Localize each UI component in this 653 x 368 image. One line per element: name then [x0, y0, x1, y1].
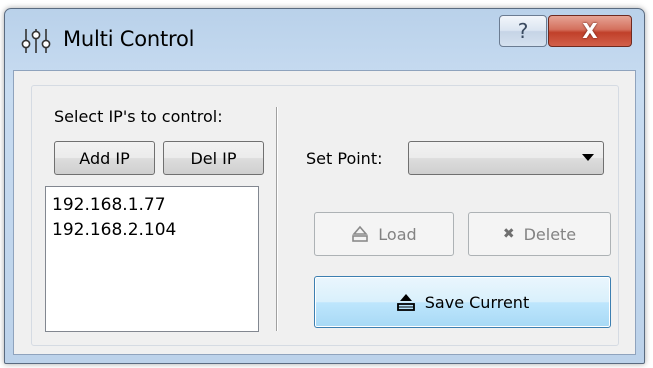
dropdown-arrow-icon[interactable]	[582, 154, 594, 161]
save-current-button[interactable]: Save Current	[314, 276, 611, 328]
ip-list-item[interactable]: 192.168.2.104	[52, 218, 252, 243]
load-button-label: Load	[378, 224, 417, 244]
save-current-label: Save Current	[424, 292, 530, 312]
add-ip-button[interactable]: Add IP	[54, 141, 155, 175]
help-button[interactable]: ?	[499, 15, 547, 47]
set-point-dropdown[interactable]	[408, 141, 604, 175]
delete-button-label: Delete	[523, 224, 577, 244]
window-title: Multi Control	[63, 27, 195, 51]
dialog-window: Multi Control ? X Select IP's to control…	[4, 8, 645, 364]
select-ip-label: Select IP's to control:	[54, 107, 223, 126]
sliders-icon	[21, 28, 51, 54]
del-ip-button[interactable]: Del IP	[163, 141, 264, 175]
load-button[interactable]: Load	[314, 212, 454, 256]
ip-list-item[interactable]: 192.168.1.77	[52, 193, 252, 218]
delete-button[interactable]: ✖ Delete	[468, 212, 611, 256]
set-point-label: Set Point:	[306, 149, 383, 168]
panel-separator	[276, 107, 278, 331]
save-icon	[396, 292, 416, 312]
eject-icon	[351, 225, 369, 243]
x-icon: ✖	[502, 226, 515, 242]
title-bar[interactable]: Multi Control ? X	[5, 9, 644, 69]
ip-listbox[interactable]: 192.168.1.77 192.168.2.104	[45, 186, 259, 332]
client-area: Select IP's to control: Add IP Del IP 19…	[13, 70, 636, 355]
close-button[interactable]: X	[548, 15, 632, 47]
